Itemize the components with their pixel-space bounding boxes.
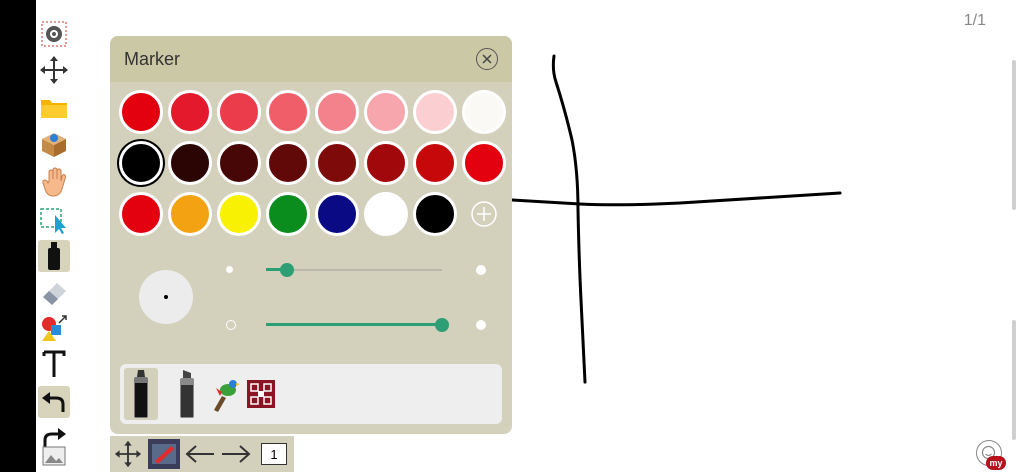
color-swatch[interactable] bbox=[167, 191, 212, 236]
color-swatch[interactable] bbox=[314, 89, 359, 134]
opacity-slider-fill bbox=[266, 323, 442, 326]
opacity-slider-knob[interactable] bbox=[435, 318, 449, 332]
pattern-pen-button[interactable] bbox=[244, 368, 278, 420]
color-swatch[interactable] bbox=[216, 140, 261, 185]
color-swatch[interactable] bbox=[461, 89, 506, 134]
vertical-stroke bbox=[551, 54, 587, 384]
pattern-pen-icon bbox=[247, 380, 275, 408]
color-swatch[interactable] bbox=[118, 89, 163, 134]
bottom-move-button[interactable] bbox=[112, 439, 144, 469]
opacity-max-indicator bbox=[476, 320, 486, 330]
color-swatch[interactable] bbox=[363, 191, 408, 236]
color-swatch[interactable] bbox=[363, 140, 408, 185]
close-icon bbox=[482, 54, 492, 64]
highlighter-pen-button[interactable] bbox=[170, 368, 204, 420]
bottom-toolbar: 1 bbox=[110, 436, 294, 472]
color-swatch[interactable] bbox=[412, 89, 457, 134]
scrollbar-thumb-lower[interactable] bbox=[1012, 320, 1016, 440]
color-swatch[interactable] bbox=[314, 191, 359, 236]
size-min-indicator bbox=[226, 266, 233, 273]
size-max-indicator bbox=[476, 265, 486, 275]
annotate-button[interactable] bbox=[148, 439, 180, 469]
close-button[interactable] bbox=[476, 48, 498, 70]
panel-header: Marker bbox=[110, 36, 512, 82]
page-number-chip: 1 bbox=[261, 443, 287, 465]
bird-pen-button[interactable] bbox=[208, 368, 242, 420]
move-icon bbox=[114, 440, 142, 468]
swatch-row bbox=[116, 86, 508, 137]
color-swatch[interactable] bbox=[461, 140, 506, 185]
color-swatch[interactable] bbox=[118, 191, 163, 236]
swatch-row bbox=[116, 188, 508, 239]
color-swatch[interactable] bbox=[265, 89, 310, 134]
highlighter-pen-icon bbox=[180, 370, 194, 418]
page-selector-button[interactable]: 1 bbox=[258, 439, 290, 469]
panel-title: Marker bbox=[124, 48, 181, 69]
size-slider[interactable] bbox=[220, 260, 492, 280]
next-page-button[interactable] bbox=[220, 439, 252, 469]
color-swatch[interactable] bbox=[167, 140, 212, 185]
opacity-slider[interactable] bbox=[220, 315, 492, 335]
scrollbar-thumb[interactable] bbox=[1012, 60, 1016, 210]
marker-panel: Marker bbox=[110, 36, 512, 434]
previous-page-button[interactable] bbox=[184, 439, 216, 469]
stroke-preview-dot bbox=[164, 295, 168, 299]
color-swatch[interactable] bbox=[412, 191, 457, 236]
opacity-min-indicator bbox=[226, 320, 236, 330]
arrow-left-icon bbox=[185, 445, 214, 463]
color-swatch[interactable] bbox=[167, 89, 212, 134]
plus-circle-icon bbox=[470, 200, 497, 227]
size-slider-knob[interactable] bbox=[280, 263, 295, 277]
stroke-preview bbox=[139, 270, 193, 324]
pen-type-tray bbox=[120, 364, 502, 424]
color-swatch[interactable] bbox=[216, 89, 261, 134]
color-swatch-grid bbox=[116, 86, 508, 239]
bird-pen-icon bbox=[214, 380, 240, 412]
arrow-right-icon bbox=[222, 445, 251, 463]
marker-pen-icon bbox=[134, 370, 148, 418]
page-counter: 1/1 bbox=[963, 12, 986, 29]
horizontal-stroke bbox=[510, 191, 842, 207]
marker-pen-button[interactable] bbox=[124, 368, 158, 420]
color-swatch[interactable] bbox=[216, 191, 261, 236]
color-swatch[interactable] bbox=[314, 140, 359, 185]
color-swatch[interactable] bbox=[265, 140, 310, 185]
swatch-row bbox=[116, 137, 508, 188]
color-swatch[interactable] bbox=[118, 140, 163, 185]
add-color-button[interactable] bbox=[462, 192, 506, 236]
color-swatch[interactable] bbox=[265, 191, 310, 236]
annotate-icon bbox=[152, 444, 176, 464]
color-swatch[interactable] bbox=[363, 89, 408, 134]
my-badge: my bbox=[986, 456, 1006, 470]
color-swatch[interactable] bbox=[412, 140, 457, 185]
